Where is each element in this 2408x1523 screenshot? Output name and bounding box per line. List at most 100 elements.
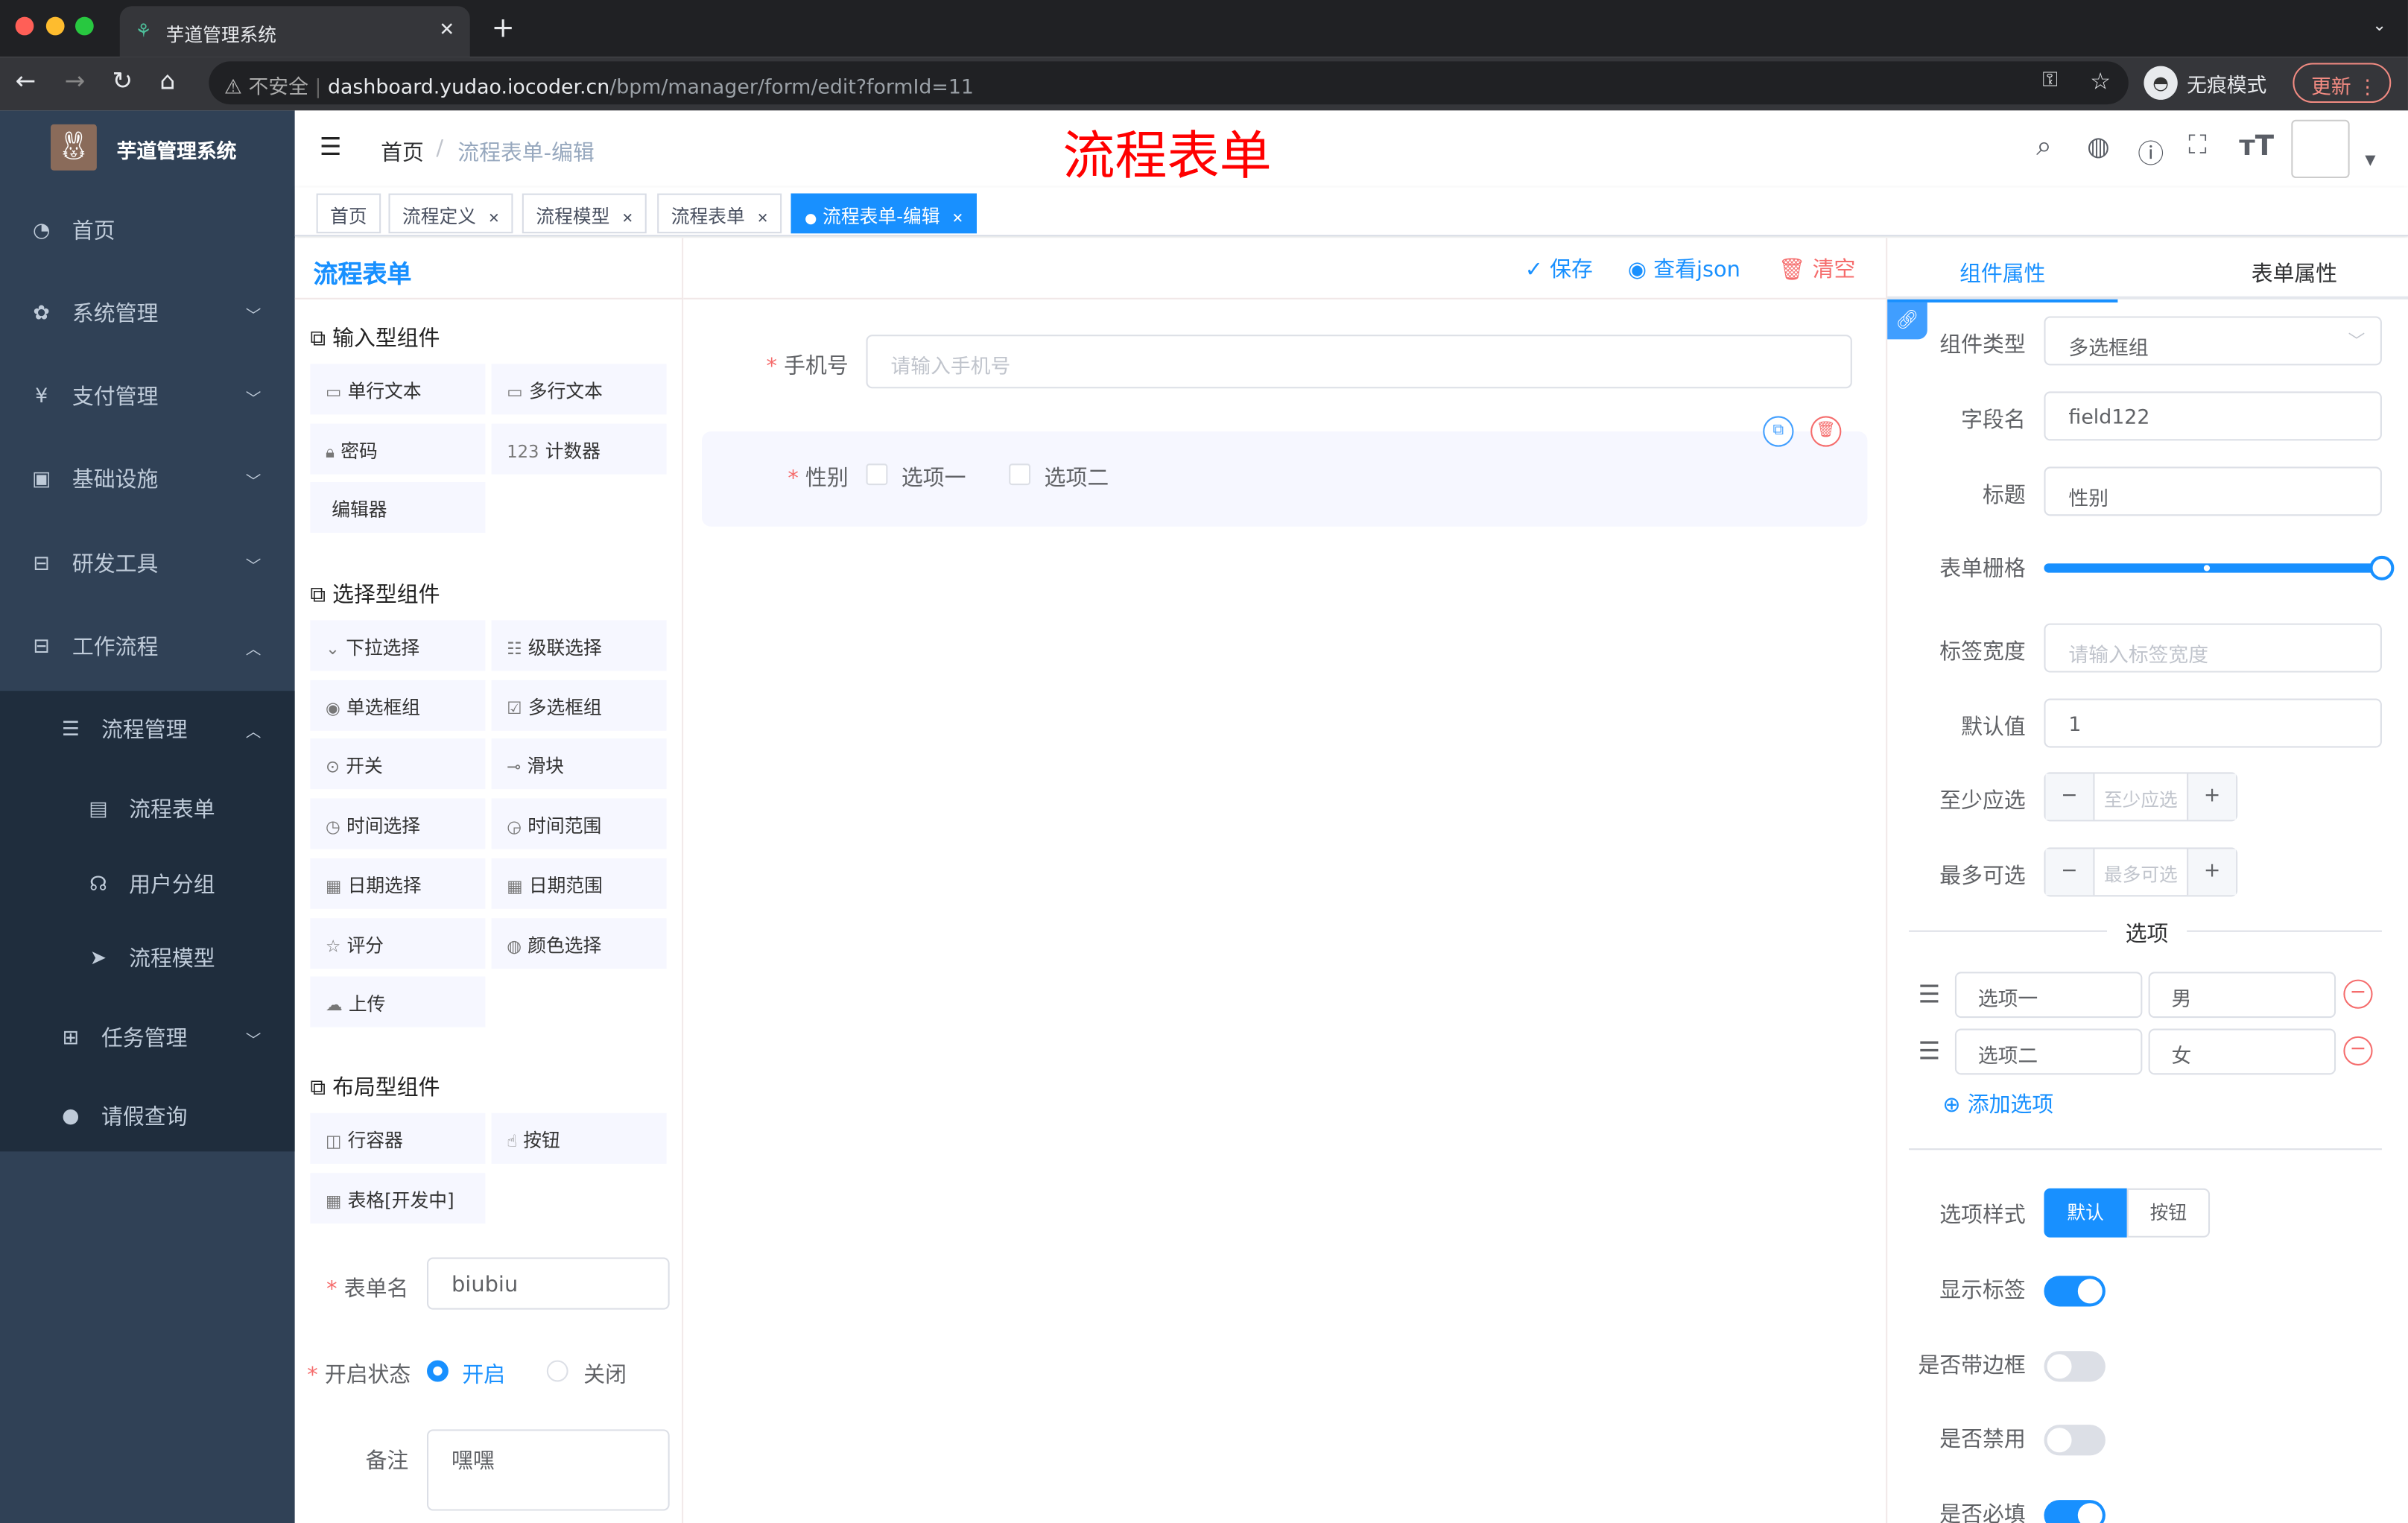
form-name-input[interactable]: biubiu [427, 1257, 670, 1310]
field-input[interactable]: field122 [2044, 391, 2382, 441]
close-tab-icon[interactable]: ✕ [439, 19, 454, 40]
remove-option-icon[interactable]: − [2343, 979, 2373, 1009]
minimize-window-button[interactable] [45, 16, 65, 36]
component-select-item[interactable]: ⊸ 滑块 [491, 738, 667, 790]
component-select-item[interactable]: ▦ 日期范围 [491, 858, 667, 909]
tag-process-form-edit[interactable]: ● 流程表单-编辑 ✕ [790, 193, 978, 234]
remove-option-icon[interactable]: − [2343, 1036, 2373, 1066]
option-label-input[interactable]: 选项二 [1954, 1028, 2143, 1075]
close-icon[interactable]: ✕ [621, 212, 633, 227]
style-button-button[interactable]: 按钮 [2126, 1188, 2211, 1238]
sidebar-item-infra[interactable]: ▣ 基础设施 ﹀ [0, 440, 295, 517]
status-on-radio[interactable] [427, 1360, 449, 1382]
component-select-item[interactable]: ☆ 评分 [310, 917, 486, 969]
plus-icon[interactable]: + [2187, 773, 2237, 820]
component-layout-item[interactable]: ☝ 按钮 [491, 1112, 667, 1164]
option-value-input[interactable]: 女 [2148, 1028, 2336, 1075]
github-icon[interactable]: ◍ [2087, 132, 2110, 162]
sidebar-item-process-manage[interactable]: ☰ 流程管理 ︿ [0, 691, 295, 767]
plus-icon[interactable]: + [2187, 849, 2237, 896]
save-button[interactable]: ✓ 保存 [1525, 253, 1593, 284]
star-icon[interactable]: ☆ [2090, 68, 2111, 95]
hamburger-icon[interactable]: ☰ [320, 132, 342, 161]
search-icon[interactable]: ⌕ [2036, 130, 2052, 162]
tag-process-form[interactable]: 流程表单 ✕ [657, 193, 782, 234]
option1-label[interactable]: 选项一 [902, 462, 966, 493]
forward-icon[interactable]: → [65, 66, 86, 95]
copy-icon[interactable]: ⧉ [1763, 416, 1794, 447]
drag-handle-icon[interactable]: ☰ [1918, 980, 1940, 1009]
drag-handle-icon[interactable]: ☰ [1918, 1036, 1940, 1066]
sidebar-item-process-form[interactable]: ▤ 流程表单 [0, 770, 295, 847]
border-switch[interactable] [2044, 1351, 2106, 1382]
avatar[interactable] [2291, 119, 2350, 179]
component-select-item[interactable]: ▦ 日期选择 [310, 858, 486, 909]
close-icon[interactable]: ✕ [952, 212, 964, 227]
component-select-item[interactable]: ◍ 颜色选择 [491, 917, 667, 969]
phone-input[interactable]: 请输入手机号 [866, 335, 1852, 389]
label-width-input[interactable]: 请输入标签宽度 [2044, 623, 2382, 673]
sidebar-item-task-manage[interactable]: ⊞ 任务管理 ﹀ [0, 999, 295, 1076]
option2-label[interactable]: 选项二 [1045, 462, 1109, 493]
component-input-item[interactable]: 🔒︎ 密码 [310, 423, 486, 475]
close-icon[interactable]: ✕ [488, 212, 500, 227]
sidebar-item-pay[interactable]: ¥ 支付管理 ﹀ [0, 358, 295, 434]
slider-handle[interactable] [2369, 555, 2395, 580]
option1-checkbox[interactable] [866, 463, 888, 486]
font-size-icon[interactable]: тT [2239, 130, 2274, 162]
component-select-item[interactable]: ⊙ 开关 [310, 738, 486, 790]
max-stepper[interactable]: − 最多可选 + [2044, 847, 2238, 897]
type-select[interactable]: 多选框组 ﹀ [2044, 316, 2382, 366]
required-switch[interactable] [2044, 1500, 2106, 1523]
default-input[interactable]: 1 [2044, 698, 2382, 748]
clear-button[interactable]: 🗑︎ 清空 [1778, 253, 1856, 284]
sidebar-item-process-model[interactable]: ➤ 流程模型 [0, 919, 295, 996]
component-select-item[interactable]: ☑ 多选框组 [491, 680, 667, 731]
url-field[interactable]: ⚠ 不安全 | dashboard.yudao.iocoder.cn/bpm/m… [209, 61, 2129, 105]
tab-component-props[interactable]: 组件属性 [1887, 238, 2118, 303]
minus-icon[interactable]: − [2045, 849, 2095, 896]
reload-icon[interactable]: ↻ [112, 66, 133, 95]
title-input[interactable]: 性别 [2044, 466, 2382, 516]
component-input-item[interactable]: 123 计数器 [491, 423, 667, 475]
component-select-item[interactable]: ◷ 时间选择 [310, 798, 486, 849]
key-icon[interactable]: ⚿ [2042, 69, 2057, 92]
tag-process-definition[interactable]: 流程定义 ✕ [388, 193, 514, 234]
component-layout-item[interactable]: ◫ 行容器 [310, 1112, 486, 1164]
sidebar-item-home[interactable]: ◔ 首页 [0, 192, 295, 269]
fullscreen-icon[interactable]: ⛶ [2188, 130, 2207, 161]
caret-down-icon[interactable]: ▼ [2365, 153, 2375, 169]
component-input-item[interactable]: ▭ 多行文本 [491, 364, 667, 415]
min-stepper[interactable]: − 至少应选 + [2044, 772, 2238, 822]
remark-textarea[interactable]: 嘿嘿 [427, 1429, 670, 1511]
component-select-item[interactable]: ◉ 单选框组 [310, 680, 486, 731]
help-icon[interactable]: ⓘ [2138, 132, 2164, 171]
component-input-item[interactable]: ▭ 单行文本 [310, 364, 486, 415]
component-select-item[interactable]: ☁ 上传 [310, 976, 486, 1028]
view-json-button[interactable]: ◉ 查看json [1628, 253, 1740, 284]
incognito-badge[interactable]: ◓ 无痕模式 [2144, 65, 2266, 101]
sidebar-item-devtools[interactable]: ⊟ 研发工具 ﹀ [0, 525, 295, 602]
component-select-item[interactable]: ◶ 时间范围 [491, 798, 667, 849]
close-icon[interactable]: ✕ [757, 212, 769, 227]
grid-slider[interactable] [2044, 555, 2395, 580]
show-label-switch[interactable] [2044, 1276, 2106, 1307]
component-layout-item[interactable]: ▦ 表格[开发中] [310, 1172, 486, 1223]
close-window-button[interactable] [15, 16, 34, 36]
delete-icon[interactable]: 🗑︎ [1810, 416, 1842, 447]
component-input-item[interactable]: 编辑器 [310, 482, 486, 533]
option-value-input[interactable]: 男 [2148, 972, 2336, 1019]
sidebar-item-user-group[interactable]: ☊ 用户分组 [0, 846, 295, 922]
status-on-label[interactable]: 开启 [462, 1359, 505, 1390]
minus-icon[interactable]: − [2045, 773, 2095, 820]
style-default-button[interactable]: 默认 [2044, 1188, 2127, 1238]
disabled-switch[interactable] [2044, 1425, 2106, 1456]
component-select-item[interactable]: ⌄ 下拉选择 [310, 620, 486, 671]
sidebar-item-system[interactable]: ✿ 系统管理 ﹀ [0, 275, 295, 352]
sidebar-item-workflow[interactable]: ⊟ 工作流程 ︿ [0, 608, 295, 685]
update-button[interactable]: 更新 ⋮ [2293, 63, 2392, 104]
component-select-item[interactable]: ☷ 级联选择 [491, 620, 667, 671]
tag-home[interactable]: 首页 [316, 193, 381, 234]
sidebar-item-leave[interactable]: ● 请假查询 [0, 1077, 295, 1154]
browser-tab[interactable]: ⚘ 芋道管理系统 ✕ [119, 6, 470, 57]
